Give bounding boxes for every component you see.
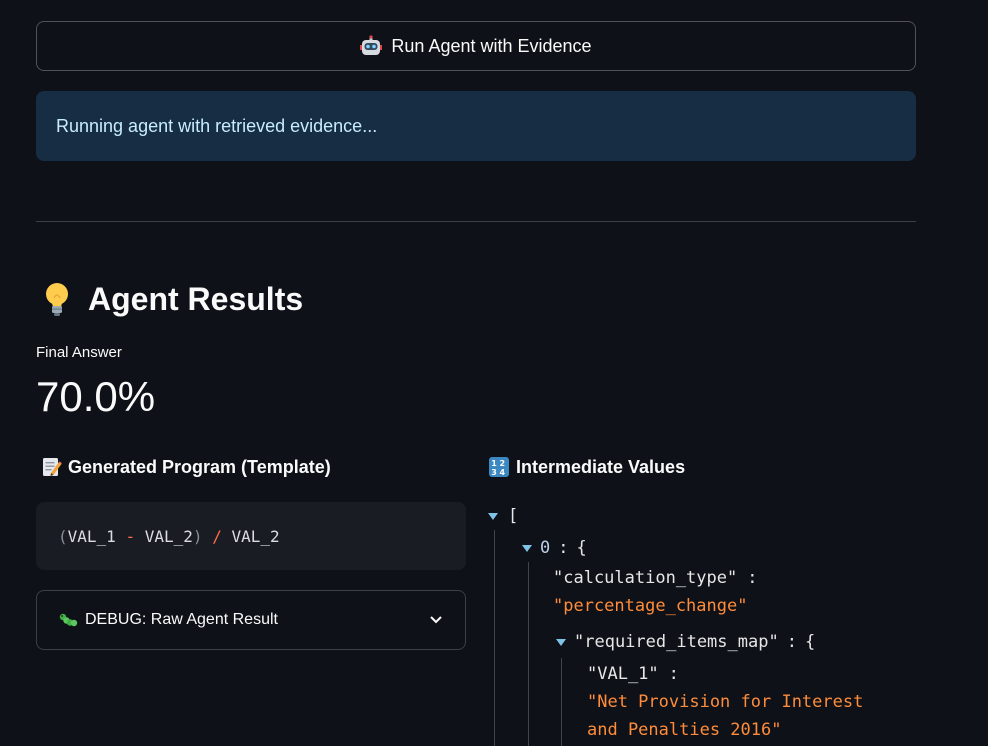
- json-index: 0: [540, 538, 551, 558]
- generated-program-heading: Generated Program (Template): [40, 455, 331, 479]
- code-var-1: VAL_1: [67, 526, 116, 546]
- memo-icon: [40, 456, 62, 478]
- program-code-block: (VAL_1 - VAL_2) / VAL_2: [36, 502, 466, 570]
- json-colon: :: [747, 568, 758, 588]
- run-agent-button-label: Run Agent with Evidence: [391, 35, 592, 56]
- lightbulb-icon: [42, 281, 72, 317]
- collapse-toggle-icon[interactable]: [556, 638, 566, 646]
- numbers-icon: 1 2 3 4: [488, 456, 510, 478]
- json-value-calculation-type: "percentage_change": [553, 596, 748, 616]
- json-key-calculation-type: "calculation_type": [553, 568, 738, 588]
- collapse-toggle-icon[interactable]: [522, 544, 532, 552]
- json-value-val-1-line-2: and Penalties 2016": [587, 720, 782, 740]
- json-value-row: "percentage_change": [553, 596, 747, 616]
- json-value-row: and Penalties 2016": [587, 720, 781, 740]
- status-info-text: Running agent with retrieved evidence...: [56, 115, 378, 136]
- run-agent-button[interactable]: Run Agent with Evidence: [36, 21, 916, 71]
- caterpillar-icon: [59, 612, 79, 628]
- json-key-row: "VAL_1" :: [587, 664, 679, 684]
- json-indent-guide: [528, 562, 529, 746]
- code-divide-operator: /: [212, 526, 222, 546]
- json-item-0-row: 0 : {: [522, 538, 587, 558]
- code-var-3: VAL_2: [231, 526, 280, 546]
- intermediate-values-title: Intermediate Values: [516, 456, 686, 477]
- json-open-brace: {: [804, 632, 816, 652]
- json-indent-guide: [561, 658, 562, 746]
- chevron-down-icon: [429, 615, 443, 625]
- code-open-paren: (: [58, 526, 68, 546]
- agent-results-heading: Agent Results: [42, 277, 303, 321]
- code-minus-operator: -: [125, 526, 136, 546]
- json-map-row: "required_items_map" : {: [556, 632, 815, 652]
- json-key-row: "calculation_type" :: [553, 568, 757, 588]
- final-answer-value: 70.0%: [36, 373, 156, 420]
- page: Run Agent with Evidence Running agent wi…: [0, 0, 988, 746]
- json-key-required-items-map: "required_items_map": [574, 632, 779, 652]
- json-colon: :: [558, 538, 569, 558]
- divider: [36, 221, 916, 222]
- json-colon: :: [668, 664, 679, 684]
- svg-text:4: 4: [500, 468, 506, 477]
- json-open-brace: {: [576, 538, 587, 558]
- agent-results-title: Agent Results: [88, 280, 304, 317]
- json-value-val-1-line-1: "Net Provision for Interest: [587, 692, 864, 712]
- json-open-bracket: [: [508, 506, 519, 526]
- json-value-row: "Net Provision for Interest: [587, 692, 863, 712]
- svg-text:1: 1: [491, 459, 497, 468]
- status-info-box: Running agent with retrieved evidence...: [36, 91, 916, 161]
- intermediate-values-heading: 1 2 3 4 Intermediate Values: [488, 455, 685, 479]
- json-viewer: [ 0 : { "calculation_type" : "percentage…: [488, 500, 928, 746]
- final-answer-label: Final Answer: [36, 344, 122, 361]
- robot-icon: [360, 35, 383, 57]
- collapse-toggle-icon[interactable]: [488, 512, 498, 520]
- code-var-2: VAL_2: [144, 526, 193, 546]
- debug-expander-label: DEBUG: Raw Agent Result: [85, 611, 278, 628]
- json-key-val-1: "VAL_1": [587, 664, 659, 684]
- json-colon: :: [786, 632, 797, 652]
- svg-text:3: 3: [491, 468, 497, 477]
- json-root-row: [: [488, 506, 518, 526]
- json-indent-guide: [494, 530, 495, 746]
- debug-raw-result-expander[interactable]: DEBUG: Raw Agent Result: [36, 590, 466, 650]
- code-close-paren: ): [192, 526, 203, 546]
- svg-text:2: 2: [500, 459, 506, 468]
- generated-program-title: Generated Program (Template): [68, 456, 331, 477]
